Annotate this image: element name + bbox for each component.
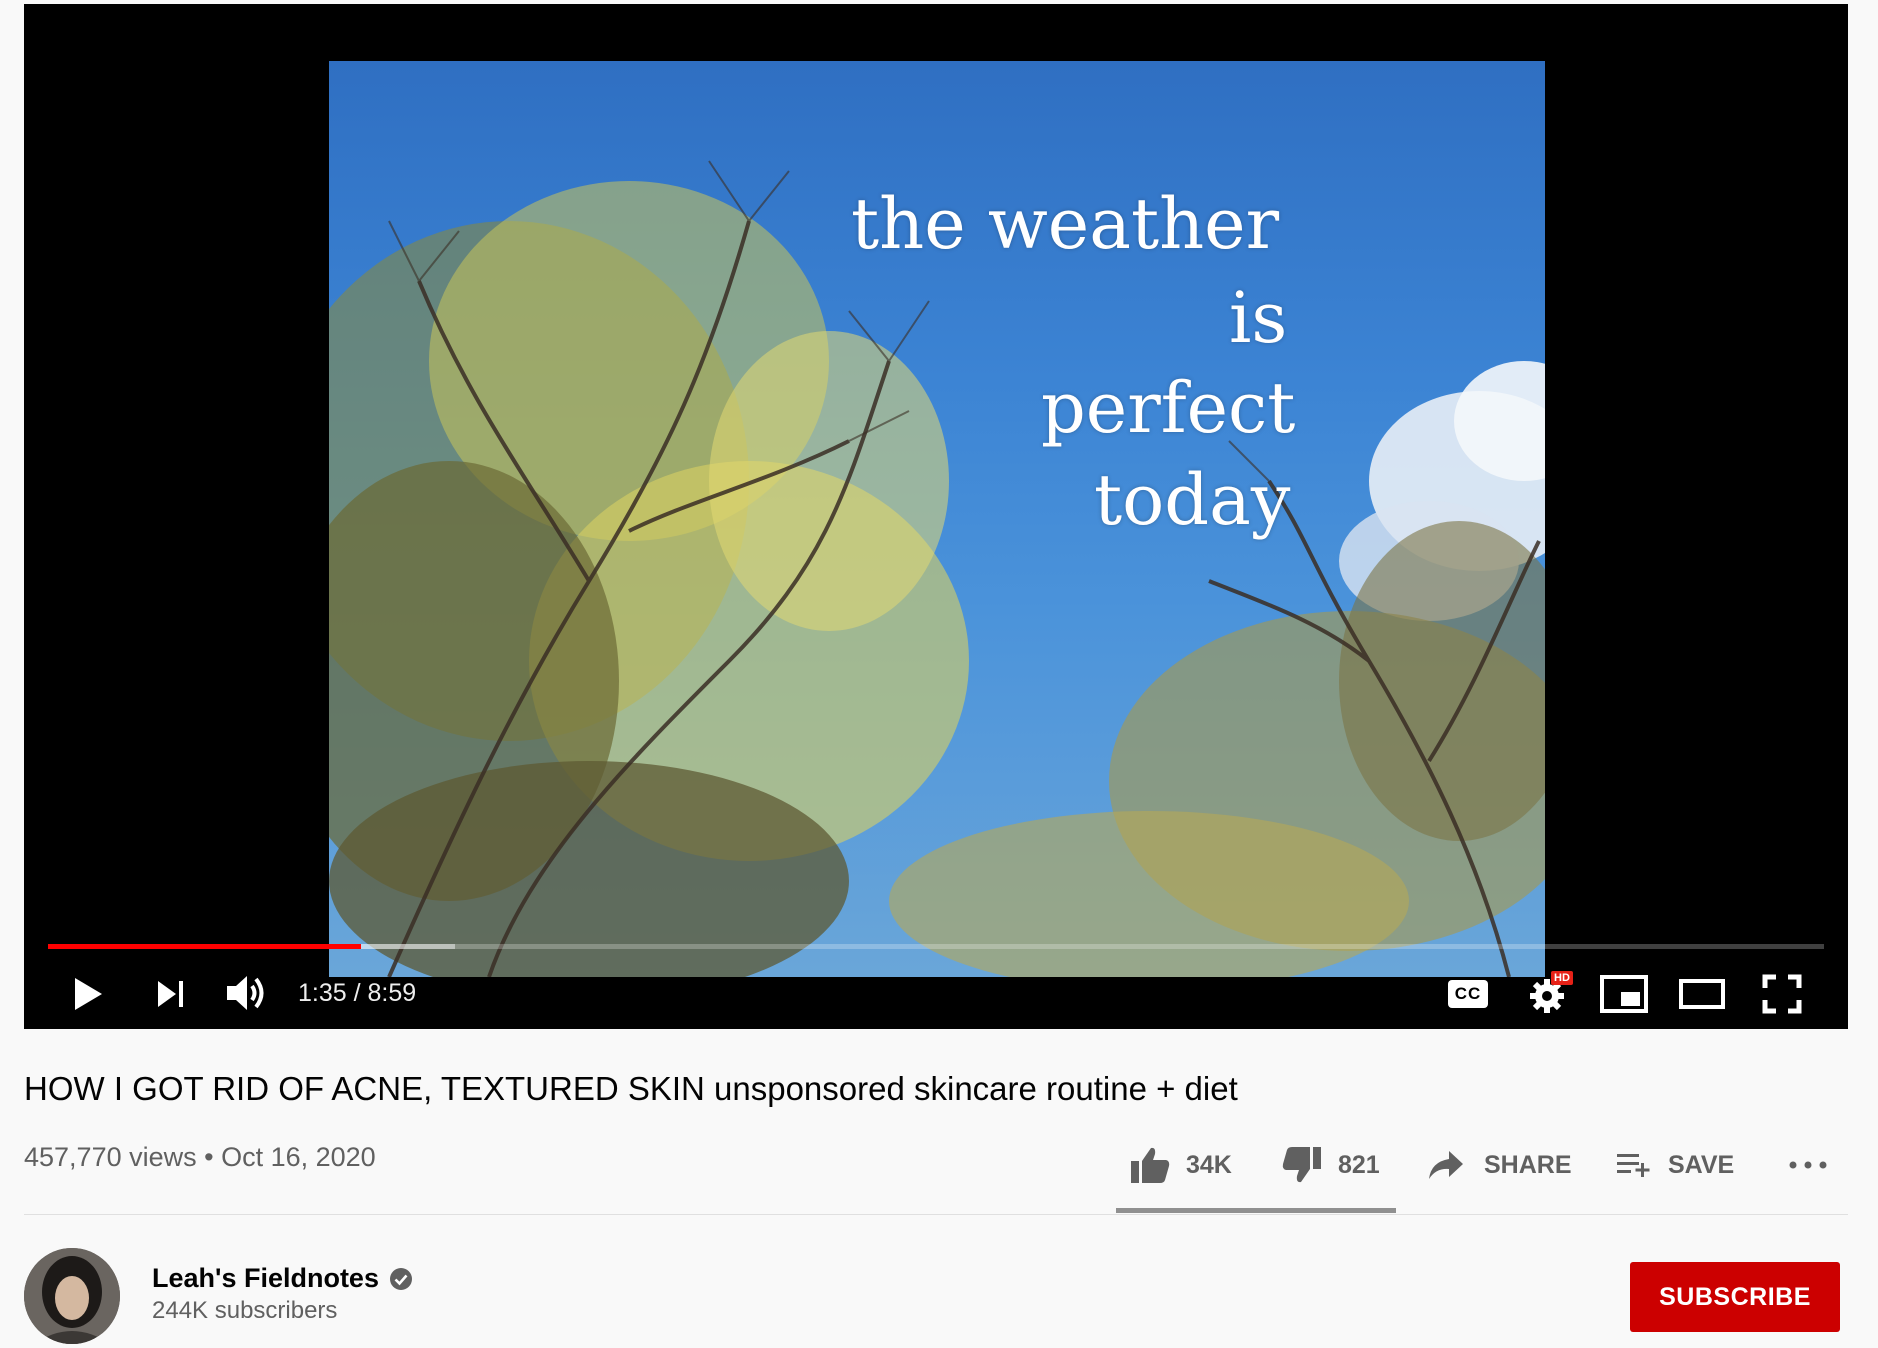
view-count-date: 457,770 views • Oct 16, 2020: [24, 1142, 376, 1172]
like-dislike-ratio-bar: [1116, 1208, 1396, 1213]
overlay-line-1: the weather: [851, 183, 1280, 265]
captions-button[interactable]: CC: [1440, 972, 1496, 1016]
dislike-button[interactable]: 821: [1282, 1140, 1380, 1190]
progress-played: [48, 944, 361, 949]
settings-button[interactable]: HD: [1522, 968, 1576, 1020]
dislike-count: 821: [1338, 1150, 1380, 1179]
cc-icon: CC: [1448, 980, 1488, 1008]
volume-button[interactable]: [220, 968, 274, 1018]
like-ratio-fill: [1116, 1208, 1390, 1213]
divider: [24, 1214, 1848, 1215]
subscriber-count: 244K subscribers: [152, 1297, 338, 1324]
save-label: SAVE: [1668, 1150, 1735, 1179]
time-display: 1:35 / 8:59: [298, 979, 417, 1007]
video-player[interactable]: the weather is perfect today 1:35 / 8:59…: [24, 4, 1848, 1029]
play-icon: [75, 978, 102, 1010]
like-count: 34K: [1186, 1150, 1232, 1179]
progress-bar[interactable]: [48, 944, 1824, 949]
avatar-image: [24, 1248, 120, 1344]
play-button[interactable]: [64, 972, 112, 1016]
hd-badge: HD: [1551, 971, 1573, 985]
more-actions-button[interactable]: [1788, 1140, 1828, 1190]
channel-name-link[interactable]: Leah's Fieldnotes: [152, 1263, 413, 1294]
video-title: HOW I GOT RID OF ACNE, TEXTURED SKIN uns…: [24, 1070, 1238, 1107]
channel-avatar[interactable]: [24, 1248, 120, 1344]
thumbs-up-icon: [1131, 1147, 1170, 1183]
thumbs-down-icon: [1282, 1147, 1321, 1183]
subscribe-button[interactable]: SUBSCRIBE: [1630, 1262, 1840, 1332]
theater-mode-button[interactable]: [1674, 970, 1730, 1018]
save-button[interactable]: SAVE: [1616, 1140, 1734, 1190]
overlay-line-4: today: [1094, 459, 1291, 541]
playlist-add-icon: [1617, 1154, 1650, 1177]
fullscreen-button[interactable]: [1754, 970, 1810, 1018]
fullscreen-icon: [1762, 974, 1802, 1014]
overlay-line-2: is: [1229, 277, 1288, 359]
volume-icon: [227, 976, 264, 1010]
next-button[interactable]: [148, 974, 194, 1014]
verified-badge-icon: [389, 1267, 412, 1290]
channel-name: Leah's Fieldnotes: [152, 1263, 379, 1293]
miniplayer-button[interactable]: [1596, 970, 1652, 1018]
skip-next-icon: [158, 981, 183, 1007]
theater-icon: [1679, 979, 1725, 1009]
miniplayer-icon: [1600, 975, 1648, 1013]
more-horizontal-icon: [1789, 1161, 1827, 1169]
like-button[interactable]: 34K: [1130, 1140, 1232, 1190]
share-button[interactable]: SHARE: [1428, 1140, 1572, 1190]
share-icon: [1429, 1151, 1463, 1179]
overlay-line-3: perfect: [1041, 367, 1296, 449]
share-label: SHARE: [1484, 1150, 1572, 1179]
video-frame[interactable]: the weather is perfect today: [329, 61, 1545, 977]
